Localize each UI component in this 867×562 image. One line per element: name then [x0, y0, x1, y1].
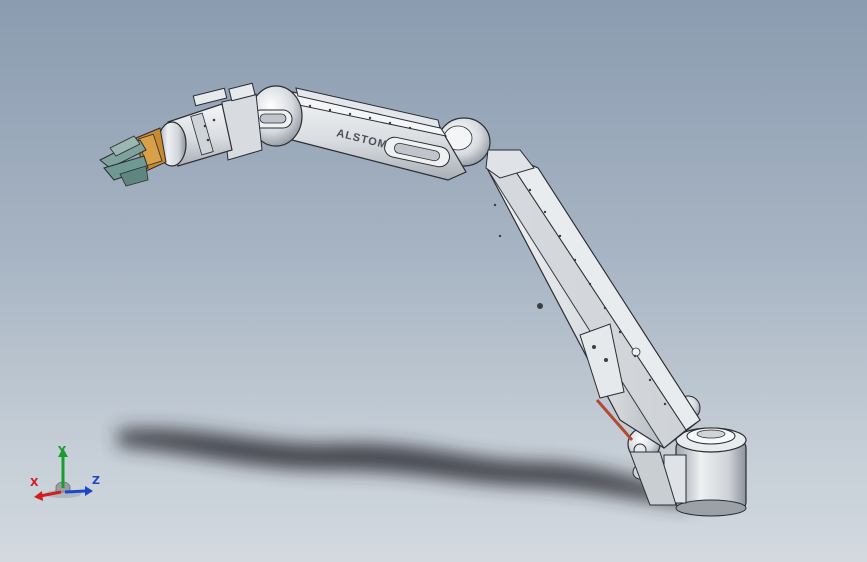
y-axis-label: Y: [58, 444, 66, 457]
x-axis-label: X: [30, 476, 39, 489]
floor-shadow: [118, 428, 690, 506]
lower-boom[interactable]: [487, 159, 701, 449]
z-axis-label: Z: [92, 474, 100, 487]
gripper[interactable]: [99, 127, 167, 187]
orientation-triad[interactable]: X Y Z: [22, 440, 112, 510]
robot-arm-model[interactable]: ALSTOM: [0, 0, 867, 562]
arm-base[interactable]: [663, 427, 747, 517]
upper-boom[interactable]: ALSTOM: [291, 87, 467, 181]
graphics-viewport[interactable]: ALSTOM X Y Z: [0, 0, 867, 562]
forearm[interactable]: [157, 103, 233, 167]
